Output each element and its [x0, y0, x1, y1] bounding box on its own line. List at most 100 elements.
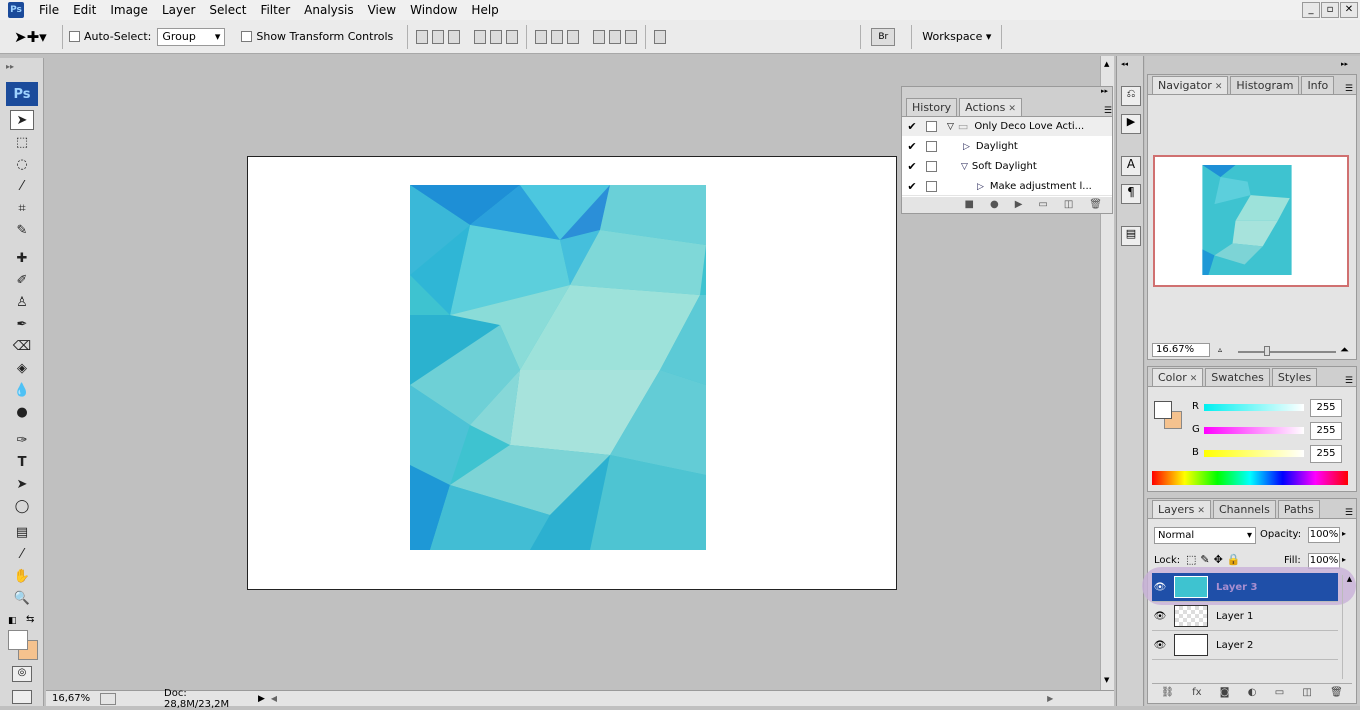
foreground-color-swatch[interactable]: [8, 630, 28, 650]
green-slider[interactable]: [1204, 427, 1304, 434]
list-item[interactable]: ✔ ▷ Make adjustment l...: [902, 177, 1112, 197]
close-icon[interactable]: ✕: [1008, 104, 1016, 114]
distribute-bottom-icon[interactable]: [567, 29, 580, 44]
pen-tool-icon[interactable]: ✑: [10, 430, 34, 450]
list-item[interactable]: ✔ ▽ Soft Daylight: [902, 157, 1112, 177]
menu-file[interactable]: File: [32, 0, 66, 20]
history-panel-icon[interactable]: ⎌: [1121, 86, 1141, 106]
menu-window[interactable]: Window: [403, 0, 464, 20]
align-vcenter-icon[interactable]: [432, 29, 445, 44]
color-ramp[interactable]: [1152, 471, 1348, 485]
layer-row-layer-2[interactable]: 👁 Layer 2: [1152, 631, 1338, 660]
zoom-level[interactable]: 16,67%: [46, 693, 94, 704]
paint-bucket-icon[interactable]: ◈: [10, 358, 34, 378]
blue-slider[interactable]: [1204, 450, 1304, 457]
list-item[interactable]: ✔ ▷ Daylight: [902, 137, 1112, 157]
menu-filter[interactable]: Filter: [253, 0, 297, 20]
align-right-icon[interactable]: [506, 29, 519, 44]
distribute-left-icon[interactable]: [593, 29, 606, 44]
distribute-top-icon[interactable]: [535, 29, 548, 44]
close-icon[interactable]: ✕: [1197, 506, 1205, 516]
path-selection-icon[interactable]: ➤: [10, 474, 34, 494]
marquee-tool-icon[interactable]: ⬚: [10, 132, 34, 152]
zoom-tool-icon[interactable]: 🔍: [10, 588, 34, 608]
zoom-in-icon[interactable]: ⏶: [1340, 343, 1349, 357]
quick-mask-icon[interactable]: ◎: [12, 666, 32, 682]
opacity-arrow-icon[interactable]: ▸: [1342, 529, 1346, 538]
play-icon[interactable]: ▶: [1015, 199, 1023, 210]
new-set-icon[interactable]: ▭: [1038, 199, 1047, 210]
auto-select-checkbox[interactable]: [69, 31, 80, 42]
ellipse-tool-icon[interactable]: ◯: [10, 496, 34, 516]
red-value-input[interactable]: 255: [1310, 399, 1342, 417]
tab-actions[interactable]: Actions ✕: [959, 98, 1022, 116]
hand-tool-icon[interactable]: ✋: [10, 566, 34, 586]
tab-histogram[interactable]: Histogram: [1230, 76, 1300, 94]
menu-layer[interactable]: Layer: [155, 0, 202, 20]
layer-name[interactable]: Layer 3: [1216, 582, 1257, 593]
panel-menu-icon[interactable]: ☰: [1345, 376, 1356, 386]
panel-menu-icon[interactable]: ☰: [1345, 508, 1356, 518]
dodge-tool-icon[interactable]: ●: [10, 402, 34, 422]
collapse-icon[interactable]: ▸▸: [6, 62, 14, 71]
screen-mode-icon[interactable]: [12, 690, 32, 704]
menu-edit[interactable]: Edit: [66, 0, 103, 20]
lasso-tool-icon[interactable]: ◌: [10, 154, 34, 174]
scroll-down-icon[interactable]: ▼: [1104, 676, 1109, 684]
align-bottom-icon[interactable]: [448, 29, 461, 44]
tool-presets-icon[interactable]: ▤: [1121, 226, 1141, 246]
panel-collapse-icon[interactable]: ▸▸: [902, 87, 1112, 97]
layer-mask-icon[interactable]: ◙: [1220, 687, 1230, 698]
close-icon[interactable]: ✕: [1215, 82, 1223, 92]
opacity-input[interactable]: 100%: [1308, 527, 1340, 543]
hscroll-left-icon[interactable]: ◀: [271, 694, 277, 703]
dialog-toggle[interactable]: [926, 181, 937, 192]
green-value-input[interactable]: 255: [1310, 422, 1342, 440]
eye-icon[interactable]: 👁: [1152, 579, 1168, 595]
tab-paths[interactable]: Paths: [1277, 500, 1320, 518]
align-hcenter-icon[interactable]: [490, 29, 503, 44]
check-icon[interactable]: ✔: [902, 120, 922, 133]
slice-tool-icon[interactable]: ✎: [10, 220, 34, 240]
check-icon[interactable]: ✔: [902, 160, 922, 173]
restore-button[interactable]: ▫: [1321, 2, 1339, 18]
character-panel-icon[interactable]: A: [1121, 156, 1141, 176]
new-action-icon[interactable]: ◫: [1064, 199, 1073, 210]
eraser-tool-icon[interactable]: ⌫: [10, 336, 34, 356]
notes-tool-icon[interactable]: ▤: [10, 522, 34, 542]
blur-tool-icon[interactable]: 💧: [10, 380, 34, 400]
collapse-icon[interactable]: ◂◂: [1121, 60, 1128, 68]
bridge-icon[interactable]: Br: [871, 27, 896, 46]
align-top-icon[interactable]: [416, 29, 429, 44]
red-slider[interactable]: [1204, 404, 1304, 411]
blend-mode-dropdown[interactable]: Normal ▾: [1154, 527, 1256, 544]
tab-styles[interactable]: Styles: [1271, 368, 1318, 386]
collapse-icon[interactable]: ▸▸: [1341, 60, 1348, 68]
tab-history[interactable]: History: [906, 98, 958, 116]
stop-icon[interactable]: ■: [965, 199, 974, 210]
menu-view[interactable]: View: [361, 0, 403, 20]
default-colors-icon[interactable]: ◧: [8, 616, 17, 626]
hscroll-right-icon[interactable]: ▶: [1047, 694, 1053, 703]
zoom-out-icon[interactable]: ▵: [1218, 345, 1222, 354]
foreground-color-swatch[interactable]: [1154, 401, 1172, 419]
type-tool-icon[interactable]: T: [10, 452, 34, 472]
distribute-vcenter-icon[interactable]: [551, 29, 564, 44]
zoom-slider-thumb[interactable]: [1264, 346, 1270, 356]
menu-select[interactable]: Select: [202, 0, 253, 20]
swap-colors-icon[interactable]: ⇆: [26, 614, 34, 625]
layer-name[interactable]: Layer 2: [1216, 640, 1253, 651]
triangle-down-icon[interactable]: ▽: [961, 162, 968, 172]
panel-menu-icon[interactable]: ☰: [1104, 106, 1112, 116]
healing-brush-icon[interactable]: ✚: [10, 248, 34, 268]
clone-stamp-icon[interactable]: ♙: [10, 292, 34, 312]
paragraph-panel-icon[interactable]: ¶: [1121, 184, 1141, 204]
lock-options-icons[interactable]: ⬚✎✥🔒: [1186, 553, 1245, 566]
status-preview-icon[interactable]: [100, 692, 116, 705]
auto-select-dropdown[interactable]: Group ▾: [157, 27, 226, 46]
dialog-toggle[interactable]: [926, 121, 937, 132]
fill-arrow-icon[interactable]: ▸: [1342, 555, 1346, 564]
show-transform-checkbox[interactable]: [241, 31, 253, 42]
history-brush-icon[interactable]: ✒: [10, 314, 34, 334]
trash-icon[interactable]: 🗑: [1330, 687, 1343, 698]
